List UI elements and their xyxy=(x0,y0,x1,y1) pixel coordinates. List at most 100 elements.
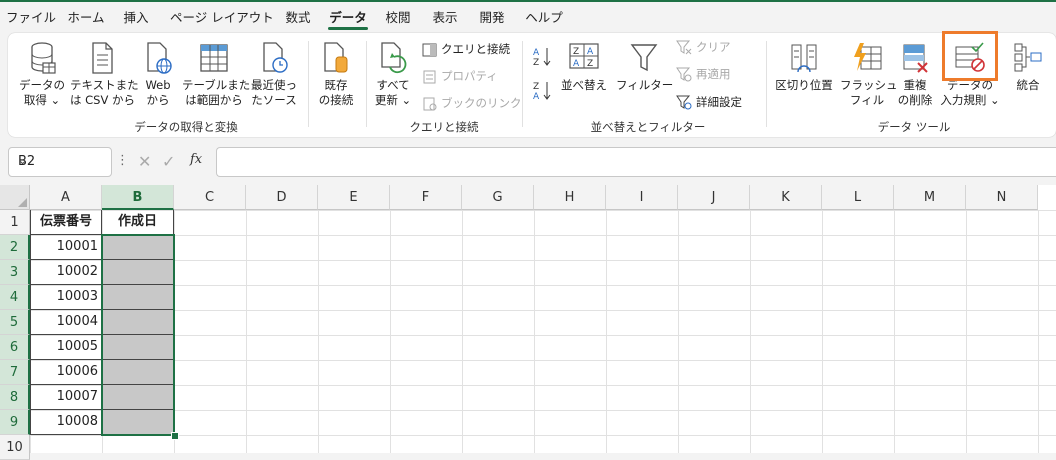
row-header-9[interactable]: 9 xyxy=(0,410,30,435)
ribbon-tabs: ファイル ホーム 挿入 ページ レイアウト 数式 データ 校閲 表示 開発 ヘル… xyxy=(0,6,1056,32)
svg-text:A: A xyxy=(587,47,594,57)
sort-descending-button[interactable]: ZA xyxy=(532,79,556,102)
column-header-k[interactable]: K xyxy=(750,185,822,210)
workbook-link-icon xyxy=(423,97,437,110)
cell-a2[interactable]: 10001 xyxy=(30,235,102,260)
confirm-edit-icon[interactable]: ✓ xyxy=(162,152,175,171)
tab-review[interactable]: 校閲 xyxy=(382,6,414,30)
recent-sources-button[interactable]: 最近使っ たソース xyxy=(248,41,300,108)
web-page-icon xyxy=(147,42,172,74)
cell-a5[interactable]: 10004 xyxy=(30,310,102,335)
reapply-filter-icon xyxy=(676,67,692,82)
column-header-e[interactable]: E xyxy=(318,185,390,210)
column-header-i[interactable]: I xyxy=(606,185,678,210)
cell-a3[interactable]: 10002 xyxy=(30,260,102,285)
from-text-csv-button[interactable]: テキストまたは CSV から xyxy=(70,41,139,108)
svg-text:A: A xyxy=(533,92,540,101)
advanced-filter-button[interactable]: 詳細設定 xyxy=(676,94,742,110)
row-header-4[interactable]: 4 xyxy=(0,285,30,310)
filter-button[interactable]: フィルター xyxy=(616,41,673,93)
tab-insert[interactable]: 挿入 xyxy=(118,6,154,30)
worksheet-grid[interactable]: ABCDEFGHIJKLMN 1 2 3 4 5 6 7 8 9 10 伝票番号 作成日 1000… xyxy=(0,185,1056,460)
properties-button[interactable]: プロパティ xyxy=(422,68,498,84)
select-all-button[interactable] xyxy=(0,185,30,210)
tab-data[interactable]: データ xyxy=(326,6,370,30)
row-header-3[interactable]: 3 xyxy=(0,260,30,285)
row-header-5[interactable]: 5 xyxy=(0,310,30,335)
validation-highlight-box xyxy=(942,31,998,81)
title-accent-line xyxy=(0,0,1056,2)
cell-area[interactable]: 伝票番号 作成日 10001 10002 10003 10004 10005 10006 1… xyxy=(30,210,1056,453)
connection-file-icon xyxy=(324,42,348,73)
tab-page-layout[interactable]: ページ レイアウト xyxy=(170,6,274,30)
group-separator xyxy=(522,41,523,127)
from-web-button[interactable]: Web から xyxy=(138,41,178,108)
column-header-g[interactable]: G xyxy=(462,185,534,210)
group-label-data-tools: データ ツール xyxy=(877,120,951,134)
column-header-c[interactable]: C xyxy=(174,185,246,210)
svg-text:Z: Z xyxy=(587,59,593,69)
consolidate-button[interactable]: 統合 xyxy=(1006,41,1050,93)
row-header-6[interactable]: 6 xyxy=(0,335,30,360)
filter-funnel-icon xyxy=(630,44,658,72)
database-icon xyxy=(31,42,56,74)
cell-a4[interactable]: 10003 xyxy=(30,285,102,310)
reapply-filter-button[interactable]: 再適用 xyxy=(676,66,731,82)
row-header-1[interactable]: 1 xyxy=(0,210,30,235)
cell-a6[interactable]: 10005 xyxy=(30,335,102,360)
more-options-icon[interactable]: ⋮ xyxy=(116,153,129,168)
edit-links-button[interactable]: ブックのリンク xyxy=(422,95,522,111)
column-header-f[interactable]: F xyxy=(390,185,462,210)
from-table-range-button[interactable]: テーブルまた は範囲から xyxy=(182,41,250,108)
group-label-queries: クエリと接続 xyxy=(409,120,479,134)
svg-text:Z: Z xyxy=(533,58,539,67)
row-header-7[interactable]: 7 xyxy=(0,360,30,385)
cancel-edit-icon[interactable]: ✕ xyxy=(138,152,151,171)
group-separator xyxy=(308,41,309,127)
column-header-h[interactable]: H xyxy=(534,185,606,210)
text-file-icon xyxy=(92,42,113,74)
column-header-d[interactable]: D xyxy=(246,185,318,210)
clear-filter-icon xyxy=(676,40,692,55)
ribbon: データの 取得 ⌄ テキストまたは CSV から Web から テーブルまた は範囲か… xyxy=(8,31,1056,137)
flash-fill-icon xyxy=(854,43,882,71)
tab-file[interactable]: ファイル xyxy=(6,6,56,30)
cell-a7[interactable]: 10006 xyxy=(30,360,102,385)
column-header-l[interactable]: L xyxy=(822,185,894,210)
tab-home[interactable]: ホーム xyxy=(64,6,108,30)
text-to-columns-button[interactable]: 区切り位置 xyxy=(772,41,836,93)
cell-a1[interactable]: 伝票番号 xyxy=(30,210,102,235)
tab-help[interactable]: ヘルプ xyxy=(522,6,566,30)
group-label-get-transform: データの取得と変換 xyxy=(134,120,238,134)
column-header-j[interactable]: J xyxy=(678,185,750,210)
column-headers: ABCDEFGHIJKLMN xyxy=(30,185,1056,210)
cell-a9[interactable]: 10008 xyxy=(30,410,102,435)
get-data-button[interactable]: データの 取得 ⌄ xyxy=(14,41,70,108)
tab-formulas[interactable]: 数式 xyxy=(282,6,314,30)
row-header-10[interactable]: 10 xyxy=(0,435,30,460)
remove-duplicates-button[interactable]: 重複 の削除 xyxy=(892,41,938,108)
refresh-all-button[interactable]: すべて 更新 ⌄ xyxy=(372,41,414,108)
column-header-m[interactable]: M xyxy=(894,185,966,210)
queries-connections-button[interactable]: クエリと接続 xyxy=(422,41,510,57)
chevron-down-icon[interactable]: ⌄ xyxy=(18,154,103,167)
column-header-a[interactable]: A xyxy=(30,185,102,210)
sort-button[interactable]: ZA AZ 並べ替え xyxy=(558,41,610,93)
formula-input[interactable] xyxy=(216,147,1056,177)
name-box[interactable]: B2 ⌄ xyxy=(8,147,112,177)
tab-view[interactable]: 表示 xyxy=(428,6,462,30)
row-header-2[interactable]: 2 xyxy=(0,235,30,260)
existing-connections-button[interactable]: 既存 の接続 xyxy=(314,41,358,108)
row-header-8[interactable]: 8 xyxy=(0,385,30,410)
clear-filter-button[interactable]: クリア xyxy=(676,39,731,55)
svg-text:A: A xyxy=(533,48,540,58)
fill-handle[interactable] xyxy=(171,432,179,440)
sort-ascending-button[interactable]: AZ xyxy=(532,45,556,68)
tab-developer[interactable]: 開発 xyxy=(476,6,508,30)
cell-a8[interactable]: 10007 xyxy=(30,385,102,410)
column-header-n[interactable]: N xyxy=(966,185,1038,210)
column-header-b[interactable]: B xyxy=(102,185,174,210)
insert-function-icon[interactable]: fx xyxy=(190,152,202,167)
flash-fill-button[interactable]: フラッシュ フィル xyxy=(840,41,898,108)
cell-b1[interactable]: 作成日 xyxy=(101,210,174,235)
